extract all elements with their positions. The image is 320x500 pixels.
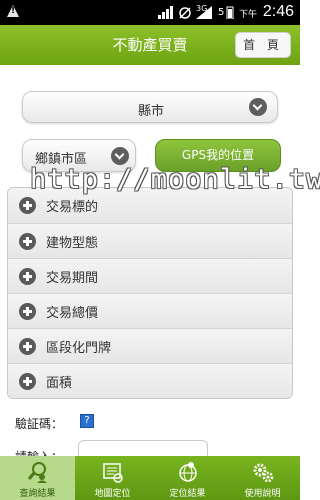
accordion-item-area[interactable]: 面積 [8, 363, 292, 398]
accordion-item-transaction-period[interactable]: 交易期間 [8, 258, 292, 293]
title-bar: 不動產買賣 首 頁 [0, 25, 300, 65]
clock-time: 2:46 [262, 3, 294, 20]
captcha-label: 驗証碼： [15, 417, 64, 431]
tab-label: 查詢結果 [19, 489, 56, 499]
accordion-item-label: 交易標的 [46, 200, 99, 215]
network-signal-icon [196, 6, 212, 19]
accordion-item-total-price[interactable]: 交易總價 [8, 293, 292, 328]
warning-mark: ! [11, 6, 16, 16]
chevron-down-icon [111, 147, 129, 165]
tab-query-results[interactable]: 查詢結果 [0, 456, 75, 500]
accordion-item-label: 面積 [46, 376, 73, 391]
tab-map-locate[interactable]: 地圖定位 [75, 456, 150, 500]
signal-level: 5 [218, 7, 225, 18]
signal-icon [158, 6, 173, 19]
tab-label: 使用說明 [244, 489, 281, 499]
map-locate-icon [103, 463, 123, 483]
plus-icon [19, 268, 36, 285]
status-bar: ! 3G 5 下午 2:46 [0, 0, 300, 25]
alarm-icon [179, 7, 191, 19]
county-select[interactable]: 縣市 [22, 91, 278, 123]
criteria-accordion: 交易標的 建物型態 交易期間 交易總價 區段化門牌 面積 [7, 187, 293, 399]
search-people-icon [27, 462, 47, 483]
tab-instructions[interactable]: 使用說明 [225, 456, 300, 500]
plus-icon [19, 233, 36, 250]
battery-icon [226, 6, 234, 19]
home-button[interactable]: 首 頁 [235, 32, 291, 58]
accordion-item-label: 交易期間 [46, 271, 99, 286]
county-select-label: 縣市 [137, 104, 164, 119]
accordion-item-building-type[interactable]: 建物型態 [8, 223, 292, 258]
tab-label: 地圖定位 [94, 489, 131, 499]
tab-location-results[interactable]: 定位結果 [150, 456, 225, 500]
plus-icon [19, 373, 36, 390]
bottom-tab-bar: 查詢結果 地圖定位 定位結果 使用說明 [0, 456, 300, 500]
gears-icon [253, 463, 274, 483]
watermark-text: http://moonlit.tw [30, 164, 320, 195]
plus-icon [19, 303, 36, 320]
accordion-item-label: 區段化門牌 [46, 341, 112, 356]
globe-pin-icon [179, 462, 197, 482]
chevron-down-icon [249, 98, 267, 116]
accordion-item-address[interactable]: 區段化門牌 [8, 328, 292, 363]
tab-label: 定位結果 [169, 489, 206, 499]
plus-icon [19, 197, 36, 214]
ampm-label: 下午 [239, 10, 258, 20]
accordion-item-label: 建物型態 [46, 236, 99, 251]
captcha-refresh-icon[interactable]: ? [80, 414, 94, 428]
accordion-item-label: 交易總價 [46, 306, 99, 321]
plus-icon [19, 338, 36, 355]
